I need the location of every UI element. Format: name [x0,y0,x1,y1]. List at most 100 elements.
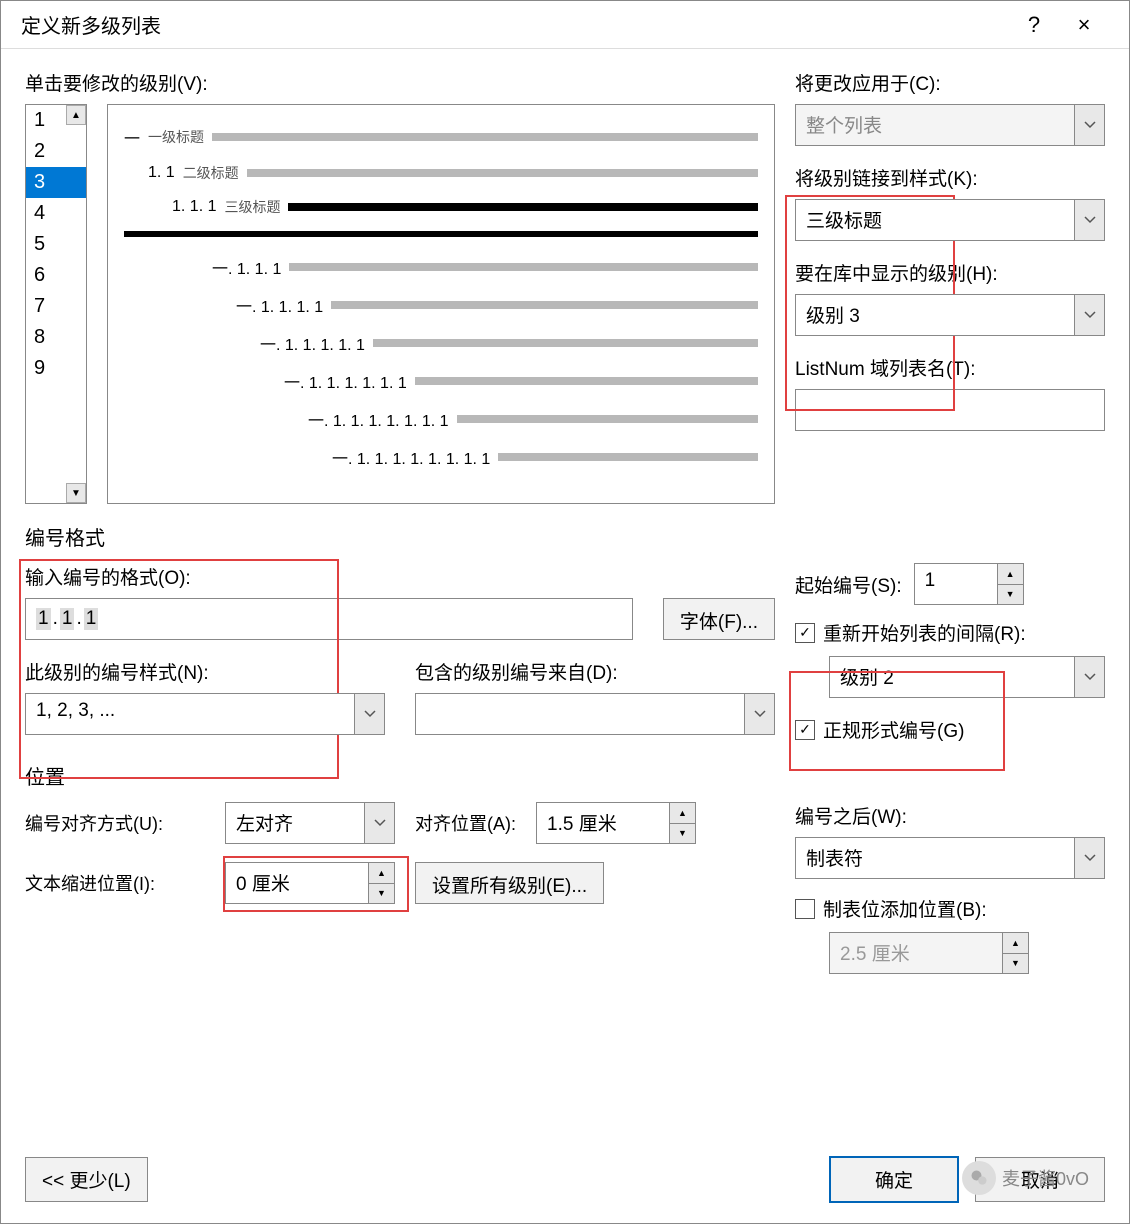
follow-label: 编号之后(W): [795,802,1105,829]
level-list-label: 单击要修改的级别(V): [25,69,775,96]
gallery-level-select[interactable]: 级别 3 [795,294,1105,336]
gallery-level-label: 要在库中显示的级别(H): [795,259,1105,286]
listnum-label: ListNum 域列表名(T): [795,354,1105,381]
chevron-down-icon [1074,838,1104,878]
spinner-up-icon[interactable]: ▲ [369,863,394,884]
restart-level-value: 级别 2 [830,657,1074,697]
follow-select[interactable]: 制表符 [795,837,1105,879]
position-section-title: 位置 [25,761,1105,790]
align-at-spinner[interactable]: 1.5 厘米 ▲▼ [536,802,696,844]
text-indent-spinner[interactable]: 0 厘米 ▲▼ [225,862,395,904]
scroll-down-icon[interactable]: ▼ [66,483,86,503]
chevron-down-icon [1074,657,1104,697]
checkbox-checked-icon: ✓ [795,720,815,740]
tab-stop-spinner[interactable]: 2.5 厘米 ▲▼ [829,932,1029,974]
start-at-label: 起始编号(S): [795,571,902,598]
preview-subline: 一. 1. 1. 1 [124,255,758,279]
spinner-up-icon[interactable]: ▲ [1003,933,1028,954]
close-button[interactable]: × [1059,12,1109,38]
spinner-up-icon[interactable]: ▲ [998,564,1023,585]
level-item-3[interactable]: 3 [26,167,86,198]
dialog-title: 定义新多级列表 [21,10,1009,39]
legal-checkbox[interactable]: ✓ 正规形式编号(G) [795,716,1105,743]
spinner-down-icon[interactable]: ▼ [1003,954,1028,974]
include-from-label: 包含的级别编号来自(D): [415,658,775,685]
chevron-down-icon [1074,105,1104,145]
restart-checkbox[interactable]: ✓ 重新开始列表的间隔(R): [795,619,1105,646]
align-select[interactable]: 左对齐 [225,802,395,844]
gallery-level-value: 级别 3 [796,295,1074,335]
link-style-select[interactable]: 三级标题 [795,199,1105,241]
preview-subline: 一. 1. 1. 1. 1. 1. 1. 1 [124,407,758,431]
tab-stop-value: 2.5 厘米 [830,933,1002,973]
set-all-levels-button[interactable]: 设置所有级别(E)... [415,862,604,904]
right-column: 将更改应用于(C): 整个列表 将级别链接到样式(K): 三级标题 [795,69,1105,504]
link-style-label: 将级别链接到样式(K): [795,164,1105,191]
spinner-up-icon[interactable]: ▲ [670,803,695,824]
text-indent-label: 文本缩进位置(I): [25,870,205,896]
less-button[interactable]: << 更少(L) [25,1157,148,1202]
checkbox-unchecked-icon [795,899,815,919]
help-button[interactable]: ? [1009,12,1059,38]
number-style-select[interactable]: 1, 2, 3, ... [25,693,385,735]
font-button[interactable]: 字体(F)... [663,598,775,640]
ok-button[interactable]: 确定 [829,1156,959,1203]
chevron-down-icon [1074,295,1104,335]
preview-separator [124,231,758,237]
level-item-7[interactable]: 7 [26,291,86,322]
level-item-5[interactable]: 5 [26,229,86,260]
text-indent-value: 0 厘米 [226,863,368,903]
tab-stop-checkbox[interactable]: 制表位添加位置(B): [795,895,1105,922]
include-from-value [416,694,744,734]
chevron-down-icon [364,803,394,843]
number-format-input[interactable]: 1.1.1 [25,598,633,640]
chevron-down-icon [1074,200,1104,240]
level-item-8[interactable]: 8 [26,322,86,353]
include-from-select[interactable] [415,693,775,735]
preview-subline: 一. 1. 1. 1. 1 [124,293,758,317]
preview-line: 1. 1二级标题 [124,163,758,183]
dialog-define-multilevel-list: 定义新多级列表 ? × 单击要修改的级别(V): ▲ 123456789 ▼ 一… [0,0,1130,1224]
footer: << 更少(L) 确定 取消 [1,1136,1129,1223]
follow-value: 制表符 [796,838,1074,878]
preview-line: 一一级标题 [124,125,758,149]
restart-label: 重新开始列表的间隔(R): [823,619,1026,646]
align-at-label: 对齐位置(A): [415,810,516,836]
restart-level-select[interactable]: 级别 2 [829,656,1105,698]
spinner-down-icon[interactable]: ▼ [670,824,695,844]
align-value: 左对齐 [226,803,364,843]
preview-line: 1. 1. 1三级标题 [124,197,758,217]
preview-subline: 一. 1. 1. 1. 1. 1. 1 [124,369,758,393]
link-style-value: 三级标题 [796,200,1074,240]
level-item-4[interactable]: 4 [26,198,86,229]
preview-pane: 一一级标题 1. 1二级标题 1. 1. 1三级标题一. 1. 1. 1 一. 1. … [107,104,775,504]
spinner-down-icon[interactable]: ▼ [369,884,394,904]
level-item-6[interactable]: 6 [26,260,86,291]
tab-stop-label: 制表位添加位置(B): [823,895,987,922]
preview-subline: 一. 1. 1. 1. 1. 1 [124,331,758,355]
level-item-9[interactable]: 9 [26,353,86,384]
number-format-section-title: 编号格式 [25,522,1105,551]
chevron-down-icon [744,694,774,734]
chevron-down-icon [354,694,384,734]
legal-label: 正规形式编号(G) [823,716,964,743]
number-style-label: 此级别的编号样式(N): [25,658,385,685]
checkbox-checked-icon: ✓ [795,623,815,643]
titlebar: 定义新多级列表 ? × [1,1,1129,49]
enter-format-label: 输入编号的格式(O): [25,563,633,590]
cancel-button[interactable]: 取消 [975,1157,1105,1202]
level-item-2[interactable]: 2 [26,136,86,167]
align-label: 编号对齐方式(U): [25,810,205,836]
listnum-input[interactable] [795,389,1105,431]
start-at-value: 1 [915,564,997,604]
preview-subline: 一. 1. 1. 1. 1. 1. 1. 1. 1 [124,445,758,469]
number-style-value: 1, 2, 3, ... [26,694,354,734]
content-area: 单击要修改的级别(V): ▲ 123456789 ▼ 一一级标题1. 1二级标题… [1,49,1129,994]
spinner-down-icon[interactable]: ▼ [998,585,1023,605]
scroll-up-icon[interactable]: ▲ [66,105,86,125]
apply-to-label: 将更改应用于(C): [795,69,1105,96]
apply-to-value: 整个列表 [796,105,1074,145]
start-at-spinner[interactable]: 1 ▲▼ [914,563,1024,605]
level-list[interactable]: ▲ 123456789 ▼ [25,104,87,504]
apply-to-select[interactable]: 整个列表 [795,104,1105,146]
